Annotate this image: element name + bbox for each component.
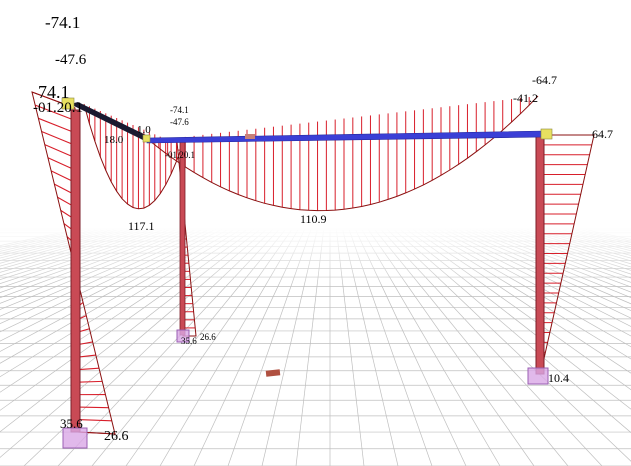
right-column[interactable]: [535, 133, 545, 375]
label-mid-column-min: -74.1: [170, 105, 189, 115]
label-left-base-a: 35.6: [60, 416, 83, 431]
label-main-span-max: 110.9: [300, 212, 327, 226]
left-column[interactable]: [70, 109, 81, 433]
label-left-span-end-2: 1.0: [137, 124, 151, 136]
beam-joint-node[interactable]: [142, 134, 151, 143]
label-mid-base-a: 26.6: [200, 332, 216, 342]
left-support[interactable]: [62, 427, 88, 449]
label-right-column-min: -64.7: [532, 73, 557, 87]
label-mid-column-node: -01.20.1: [165, 150, 195, 160]
label-top-left-min: -74.1: [45, 13, 80, 32]
label-right-base: 10.4: [548, 371, 569, 385]
left-column-hatch: [77, 380, 103, 383]
left-column-hatch: [41, 130, 76, 146]
left-column-hatch: [38, 117, 76, 134]
label-right-node: 64.7: [592, 127, 613, 141]
label-mid-base-b: 35.6: [181, 336, 197, 346]
label-right-column-mid: -41.2: [513, 91, 538, 105]
left-column-hatch: [77, 406, 109, 409]
top-right-node[interactable]: [540, 128, 553, 140]
label-mid-column-mid: -47.6: [170, 117, 189, 127]
main-span-moment-diagram: [149, 95, 539, 212]
label-top-left-mid: -47.6: [55, 52, 87, 68]
label-left-span-end: 18.0: [104, 134, 124, 146]
mid-column[interactable]: [179, 139, 186, 336]
label-top-left-max: 74.1: [38, 82, 70, 102]
main-span-beam[interactable]: [146, 130, 545, 144]
label-left-span-max: 117.1: [128, 219, 155, 233]
right-support[interactable]: [527, 367, 549, 385]
beam-load-marker: [245, 134, 255, 139]
label-left-base-b: 26.6: [104, 429, 129, 444]
label-top-left-node: -01.20.1: [33, 100, 83, 116]
frame-moment-diagram-view: -74.1 -47.6 74.1 -01.20.1 18.0 1.0 -74.1…: [0, 13, 631, 466]
